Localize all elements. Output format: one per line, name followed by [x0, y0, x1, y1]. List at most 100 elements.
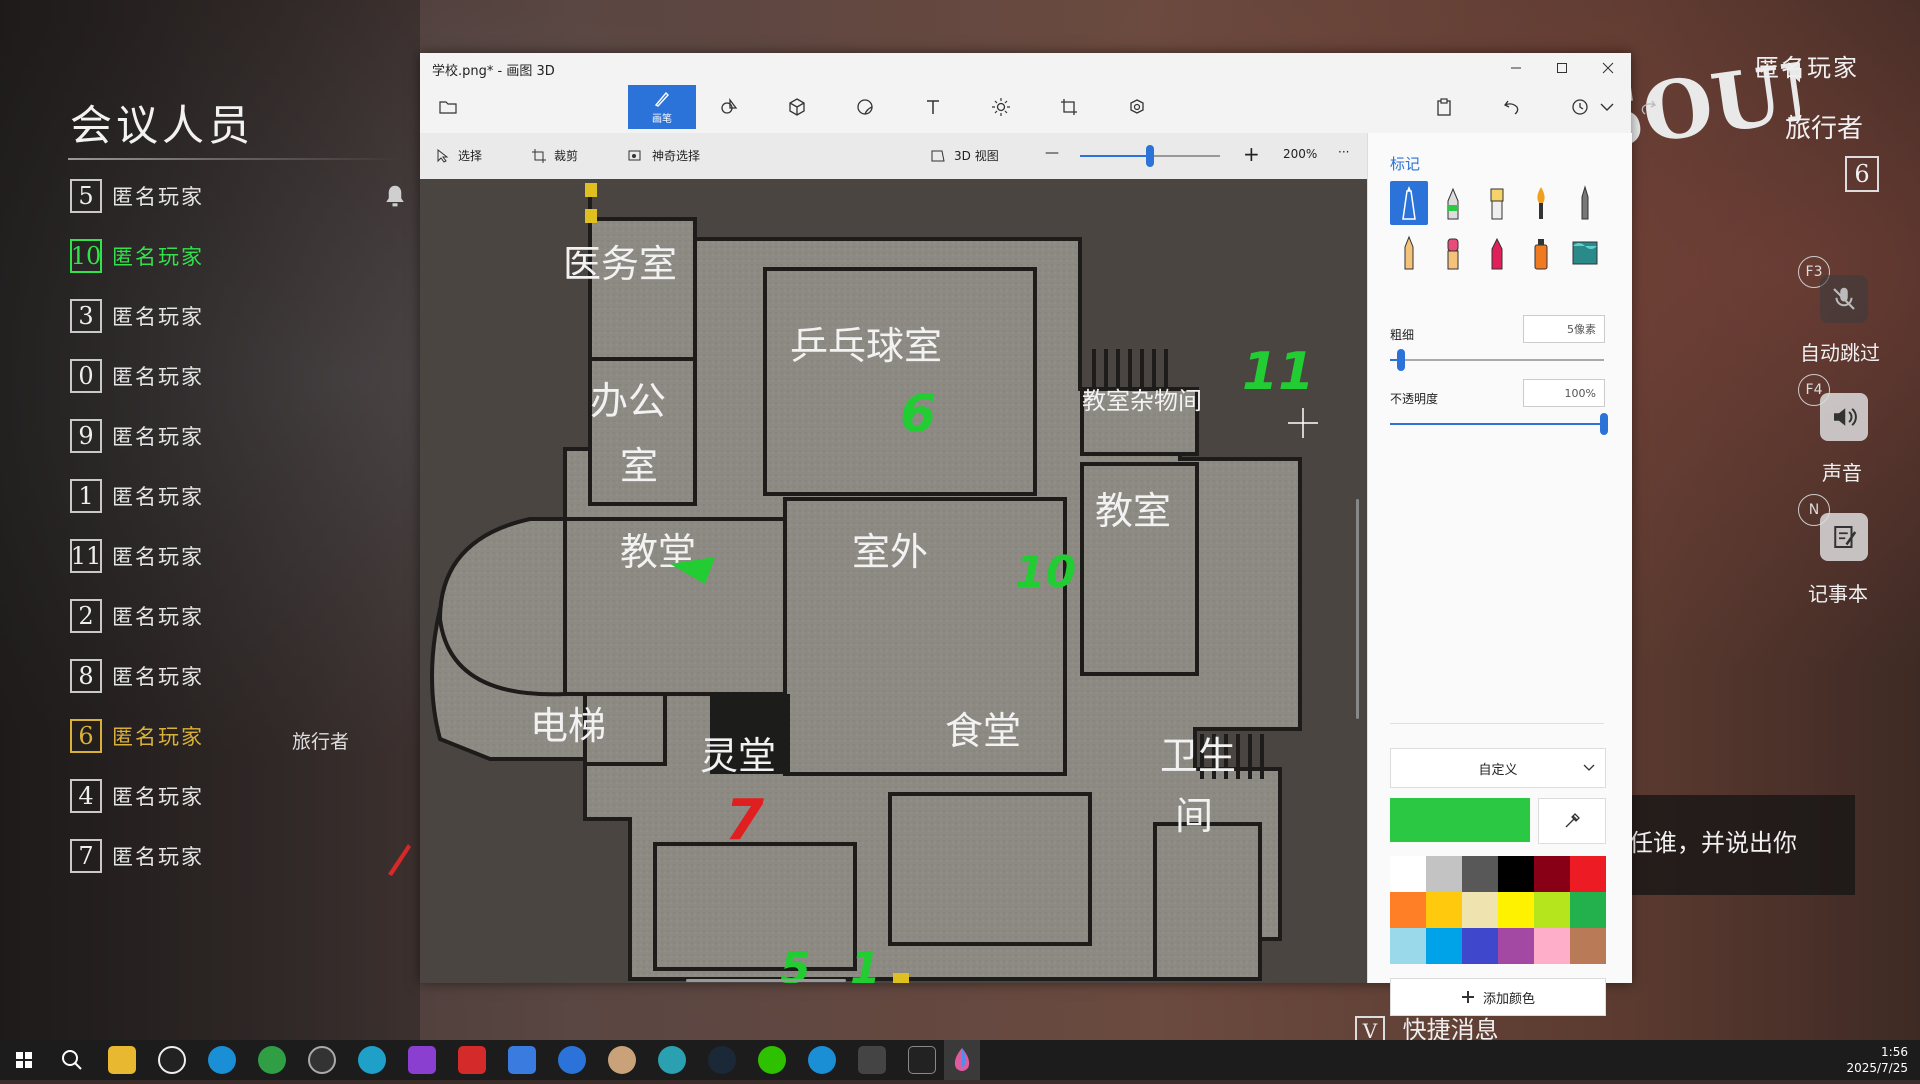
- eyedropper-button[interactable]: [1538, 798, 1606, 844]
- zoom-out-button[interactable]: —: [1045, 145, 1059, 161]
- edge-icon[interactable]: [358, 1046, 386, 1074]
- player-row[interactable]: 10 匿名玩家: [70, 236, 204, 276]
- tool-canvas[interactable]: [1047, 85, 1091, 129]
- palette-swatch[interactable]: [1570, 856, 1606, 892]
- select-button[interactable]: 选择: [436, 147, 482, 164]
- xbox-icon[interactable]: [258, 1046, 286, 1074]
- player-row[interactable]: 9 匿名玩家: [70, 416, 204, 456]
- player-row[interactable]: 5 匿名玩家: [70, 176, 204, 216]
- brush-spray-can[interactable]: [1522, 231, 1560, 275]
- app-icon-1[interactable]: [308, 1046, 336, 1074]
- palette-swatch[interactable]: [1462, 856, 1498, 892]
- player-row[interactable]: 4 匿名玩家: [70, 776, 204, 816]
- brush-calligraphy[interactable]: [1434, 181, 1472, 225]
- tool-effects[interactable]: [979, 85, 1023, 129]
- 3d-view-button[interactable]: 3D 视图: [930, 147, 999, 164]
- app-icon-6[interactable]: [858, 1046, 886, 1074]
- player-row[interactable]: 11 匿名玩家: [70, 536, 204, 576]
- player-row[interactable]: 0 匿名玩家: [70, 356, 204, 396]
- palette-swatch[interactable]: [1570, 892, 1606, 928]
- thickness-slider-track[interactable]: [1390, 359, 1604, 361]
- browser-icon-2[interactable]: [808, 1046, 836, 1074]
- opacity-input[interactable]: 100%: [1523, 379, 1605, 407]
- player-row[interactable]: 3 匿名玩家: [70, 296, 204, 336]
- zoom-slider-track[interactable]: [1080, 155, 1150, 157]
- brush-watercolor[interactable]: [1522, 181, 1560, 225]
- windows-start-icon[interactable]: [10, 1046, 38, 1074]
- close-button[interactable]: [1585, 53, 1631, 83]
- system-clock[interactable]: 1:56 2025/7/25: [1846, 1044, 1908, 1076]
- more-options-button[interactable]: ···: [1338, 145, 1349, 159]
- brush-fill[interactable]: [1566, 231, 1604, 275]
- palette-swatch[interactable]: [1426, 892, 1462, 928]
- crop-button[interactable]: 裁剪: [532, 147, 578, 164]
- add-color-button[interactable]: 添加颜色: [1390, 978, 1606, 1016]
- expand-toolbar-button[interactable]: [1585, 85, 1629, 129]
- brush-oil[interactable]: [1478, 181, 1516, 225]
- brush-marker[interactable]: [1390, 181, 1428, 225]
- palette-swatch[interactable]: [1390, 928, 1426, 964]
- app-icon-7[interactable]: [908, 1046, 936, 1074]
- palette-swatch[interactable]: [1426, 856, 1462, 892]
- palette-swatch[interactable]: [1570, 928, 1606, 964]
- sound-button[interactable]: [1820, 393, 1868, 441]
- app-icon-2[interactable]: [508, 1046, 536, 1074]
- tool-3d-shapes[interactable]: [775, 85, 819, 129]
- undo-button[interactable]: [1490, 85, 1534, 129]
- tool-text[interactable]: [911, 85, 955, 129]
- minimize-button[interactable]: [1493, 53, 1539, 83]
- tool-brushes[interactable]: 画笔: [628, 85, 696, 129]
- palette-swatch[interactable]: [1498, 892, 1534, 928]
- window-titlebar[interactable]: 学校.png* - 画图 3D: [420, 53, 1631, 83]
- color-mode-dropdown[interactable]: 自定义: [1390, 748, 1606, 788]
- palette-swatch[interactable]: [1462, 928, 1498, 964]
- paste-button[interactable]: [1422, 85, 1466, 129]
- drawing-canvas[interactable]: 医务室 办公 室 乒乓球室 教室杂物间 教室 教堂 室外 电梯 灵堂 食堂 卫生…: [420, 179, 1367, 983]
- zoom-in-button[interactable]: +: [1243, 142, 1260, 166]
- bell-icon[interactable]: [380, 182, 410, 212]
- palette-swatch[interactable]: [1462, 892, 1498, 928]
- tool-3d-library[interactable]: [1115, 85, 1159, 129]
- brush-eraser[interactable]: [1434, 231, 1472, 275]
- horizontal-scrollbar[interactable]: [686, 979, 846, 982]
- palette-swatch[interactable]: [1426, 928, 1462, 964]
- paint3d-taskbar-item[interactable]: [944, 1040, 980, 1080]
- player-row[interactable]: 1 匿名玩家: [70, 476, 204, 516]
- brush-pixel-pen[interactable]: [1566, 181, 1604, 225]
- player-row[interactable]: 2 匿名玩家: [70, 596, 204, 636]
- maximize-button[interactable]: [1539, 53, 1585, 83]
- steam-icon[interactable]: [708, 1046, 736, 1074]
- wps-icon[interactable]: [458, 1046, 486, 1074]
- tool-stickers[interactable]: [843, 85, 887, 129]
- search-icon[interactable]: [58, 1046, 86, 1074]
- palette-swatch[interactable]: [1534, 928, 1570, 964]
- qq-icon[interactable]: [158, 1046, 186, 1074]
- redo-button[interactable]: [1626, 85, 1670, 129]
- player-row[interactable]: 8 匿名玩家: [70, 656, 204, 696]
- palette-swatch[interactable]: [1498, 928, 1534, 964]
- thickness-input[interactable]: 5像素: [1523, 315, 1605, 343]
- palette-swatch[interactable]: [1390, 856, 1426, 892]
- palette-swatch[interactable]: [1534, 892, 1570, 928]
- browser-icon[interactable]: [208, 1046, 236, 1074]
- zoom-slider-thumb[interactable]: [1146, 145, 1154, 167]
- app-icon-3[interactable]: [558, 1046, 586, 1074]
- app-icon-4[interactable]: [608, 1046, 636, 1074]
- palette-swatch[interactable]: [1498, 856, 1534, 892]
- player-row[interactable]: 7 匿名玩家: [70, 836, 204, 876]
- file-explorer-icon[interactable]: [108, 1046, 136, 1074]
- tool-2d-shapes[interactable]: [707, 85, 751, 129]
- thickness-slider-thumb[interactable]: [1396, 349, 1405, 371]
- current-color-swatch[interactable]: [1390, 798, 1530, 842]
- vertical-scrollbar[interactable]: [1356, 499, 1359, 719]
- m365-icon[interactable]: [408, 1046, 436, 1074]
- opacity-slider-thumb[interactable]: [1600, 413, 1608, 435]
- palette-swatch[interactable]: [1534, 856, 1570, 892]
- magic-select-button[interactable]: 神奇选择: [628, 147, 700, 164]
- app-icon-5[interactable]: [658, 1046, 686, 1074]
- brush-pencil[interactable]: [1390, 231, 1428, 275]
- wechat-icon[interactable]: [758, 1046, 786, 1074]
- palette-swatch[interactable]: [1390, 892, 1426, 928]
- notebook-button[interactable]: [1820, 513, 1868, 561]
- auto-skip-button[interactable]: [1820, 275, 1868, 323]
